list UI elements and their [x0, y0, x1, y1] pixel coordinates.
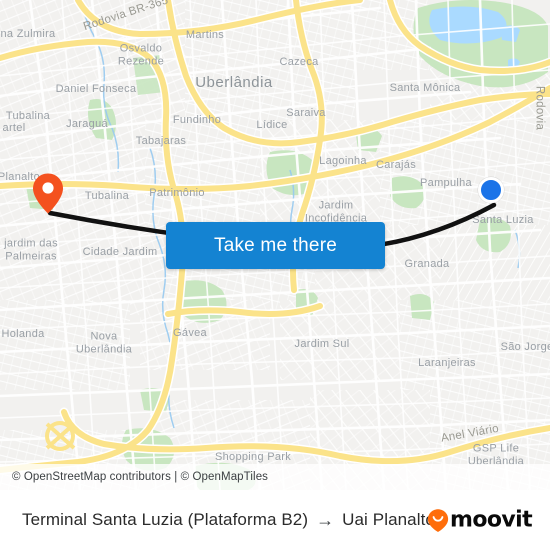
map-attribution: © OpenStreetMap contributors | © OpenMap… — [0, 464, 550, 490]
trip-destination-label: Uai Planalto — [342, 510, 435, 529]
moovit-pin-icon — [427, 508, 449, 532]
moovit-logo[interactable]: moovit — [427, 507, 533, 533]
trip-origin-label: Terminal Santa Luzia (Plataforma B2) — [22, 510, 309, 529]
destination-dot-marker[interactable] — [478, 177, 504, 203]
take-me-there-button[interactable]: Take me there — [166, 222, 385, 269]
moovit-trip-map-screen: Rodovia BR-365 na Zulmira Martins Cazeca San… — [0, 0, 550, 550]
map-viewport[interactable]: Rodovia BR-365 na Zulmira Martins Cazeca San… — [0, 0, 550, 490]
origin-pin-icon[interactable] — [32, 172, 64, 215]
attribution-text[interactable]: © OpenStreetMap contributors | © OpenMap… — [0, 471, 268, 483]
trip-summary: Terminal Santa Luzia (Plataforma B2) → U… — [22, 510, 435, 530]
arrow-right-icon: → — [316, 510, 335, 530]
trip-footer-bar: Terminal Santa Luzia (Plataforma B2) → U… — [0, 490, 550, 550]
moovit-wordmark: moovit — [450, 507, 533, 533]
